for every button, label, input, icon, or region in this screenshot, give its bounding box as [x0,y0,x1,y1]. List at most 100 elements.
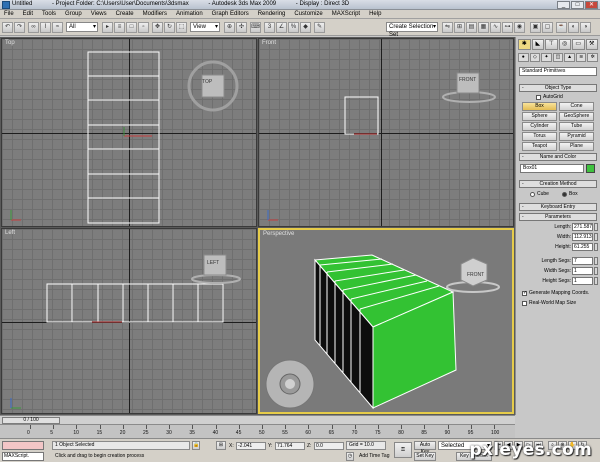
pyramid-button[interactable]: Pyramid [559,132,594,141]
maximize-button[interactable]: □ [571,1,584,9]
menu-modifiers[interactable]: Modifiers [143,10,167,18]
lock-selection-icon[interactable]: 🔒 [192,441,200,450]
plane-button[interactable]: Plane [559,142,594,151]
creation-method-rollout[interactable]: Creation Method [519,180,597,188]
bind-spacewarp-icon[interactable]: ≈ [52,22,63,33]
viewcube-ring[interactable] [186,59,240,113]
geometry-icon[interactable]: ● [518,53,529,62]
helpers-icon[interactable]: ▲ [564,53,575,62]
unlink-icon[interactable]: ⌇ [40,22,51,33]
cylinder-button[interactable]: Cylinder [522,122,557,131]
viewcube-label[interactable]: LEFT [207,260,219,266]
generate-mapping-checkbox[interactable]: ✓ Generate Mapping Coords. [522,290,589,296]
cube-radio[interactable]: Cube [530,191,549,197]
lights-icon[interactable]: ✦ [541,53,552,62]
time-slider[interactable]: 0 / 100 [2,417,60,424]
autogrid-checkbox[interactable]: AutoGrid [536,94,563,100]
mirror-icon[interactable]: ⇋ [442,22,453,33]
name-and-color-rollout[interactable]: Name and Color [519,153,597,161]
menu-customize[interactable]: Customize [294,10,322,18]
sphere-button[interactable]: Sphere [522,112,557,121]
graphite-icon[interactable]: ▦ [478,22,489,33]
time-tag-icon[interactable]: ◷ [346,452,354,461]
select-rotate-icon[interactable]: ↻ [164,22,175,33]
set-key-toggle-icon[interactable]: ⚿ [394,442,412,458]
quick-render-icon[interactable]: ☕ [556,22,567,33]
modify-tab-icon[interactable]: ◣ [531,39,544,50]
tube-button[interactable]: Tube [559,122,594,131]
spacewarps-icon[interactable]: ≋ [575,53,587,62]
real-world-map-checkbox[interactable]: Real-World Map Size [522,300,576,306]
close-button[interactable]: ✕ [585,1,598,9]
width-segs-arrows[interactable] [594,267,598,275]
menu-animation[interactable]: Animation [176,10,203,18]
object-color-swatch[interactable] [586,164,595,173]
object-type-rollout[interactable]: Object Type [519,84,597,92]
length-segs-field[interactable]: 7 [572,257,593,265]
length-spinner-field[interactable]: 271.587 [572,223,593,231]
viewcube-ring[interactable] [188,251,244,285]
angle-snap-icon[interactable]: ∠ [276,22,287,33]
steering-wheel-icon[interactable] [264,358,316,410]
menu-maxscript[interactable]: MAXScript [332,10,360,18]
length-spinner-arrows[interactable] [594,223,598,231]
width-spinner-arrows[interactable] [594,233,598,241]
menu-tools[interactable]: Tools [42,10,56,18]
create-tab-icon[interactable]: ✱ [518,39,531,50]
front-box-wireframe[interactable] [259,39,514,227]
curve-editor-icon[interactable]: ∿ [490,22,501,33]
viewport-left[interactable]: Left LEFT [1,228,257,414]
track-bar[interactable]: 0 5 10 15 20 25 30 35 40 45 50 55 60 65 70 75 80 85 90 95 10… [0,424,515,438]
height-segs-field[interactable]: 1 [572,277,593,285]
selection-region-icon[interactable]: □ [126,22,137,33]
selection-filter-dropdown[interactable]: All [66,22,98,32]
box-radio[interactable]: Box [562,191,578,197]
x-coord-field[interactable]: -2.041 [236,442,266,450]
menu-help[interactable]: Help [369,10,381,18]
height-spinner-arrows[interactable] [594,243,598,251]
viewcube-ring[interactable] [439,69,499,105]
primitive-category-dropdown[interactable]: Standard Primitives [519,67,597,76]
percent-snap-icon[interactable]: % [288,22,299,33]
reference-coord-dropdown[interactable]: View [190,22,220,32]
menu-group[interactable]: Group [65,10,82,18]
y-coord-field[interactable]: 71.764 [275,442,305,450]
absolute-mode-icon[interactable]: ⊞ [216,441,226,450]
geosphere-button[interactable]: GeoSphere [559,112,594,121]
utilities-tab-icon[interactable]: ⚒ [585,39,598,50]
schematic-view-icon[interactable]: ⊶ [502,22,513,33]
viewport-perspective[interactable]: Perspective FRONT [258,228,514,414]
pivot-center-icon[interactable]: ⊕ [224,22,235,33]
width-segs-field[interactable]: 1 [572,267,593,275]
named-selection-dropdown[interactable]: Create Selection Set [386,22,438,38]
height-segs-arrows[interactable] [594,277,598,285]
activeshade-icon[interactable]: ◑ [580,22,591,33]
minimize-button[interactable]: _ [557,1,570,9]
z-coord-field[interactable]: 0.0 [314,442,344,450]
shapes-icon[interactable]: ◇ [529,53,541,62]
render-production-icon[interactable]: ◐ [568,22,579,33]
menu-create[interactable]: Create [116,10,134,18]
select-move-icon[interactable]: ✥ [152,22,163,33]
parameters-rollout[interactable]: Parameters [519,213,597,221]
select-object-icon[interactable]: ▸ [102,22,113,33]
cone-button[interactable]: Cone [559,102,594,111]
rendered-frame-icon[interactable]: ▢ [542,22,553,33]
snaps-toggle-icon[interactable]: 3 [264,22,275,33]
viewcube-label[interactable]: TOP [202,79,212,85]
object-name-field[interactable]: Box01 [520,164,584,173]
keyboard-entry-rollout[interactable]: Keyboard Entry [519,203,597,211]
redo-icon[interactable]: ↷ [14,22,25,33]
add-time-tag[interactable]: Add Time Tag [356,452,398,461]
select-by-name-icon[interactable]: ≡ [114,22,125,33]
menu-views[interactable]: Views [91,10,107,18]
menu-edit[interactable]: Edit [23,10,33,18]
display-tab-icon[interactable]: ▭ [572,39,585,50]
systems-icon[interactable]: ✲ [587,53,599,62]
manipulate-icon[interactable]: ✣ [236,22,247,33]
app-icon[interactable] [2,1,10,9]
menu-graph-editors[interactable]: Graph Editors [212,10,249,18]
viewport-front[interactable]: Front FRONT [258,38,514,227]
motion-tab-icon[interactable]: ◎ [558,39,571,50]
link-icon[interactable]: ∞ [28,22,39,33]
